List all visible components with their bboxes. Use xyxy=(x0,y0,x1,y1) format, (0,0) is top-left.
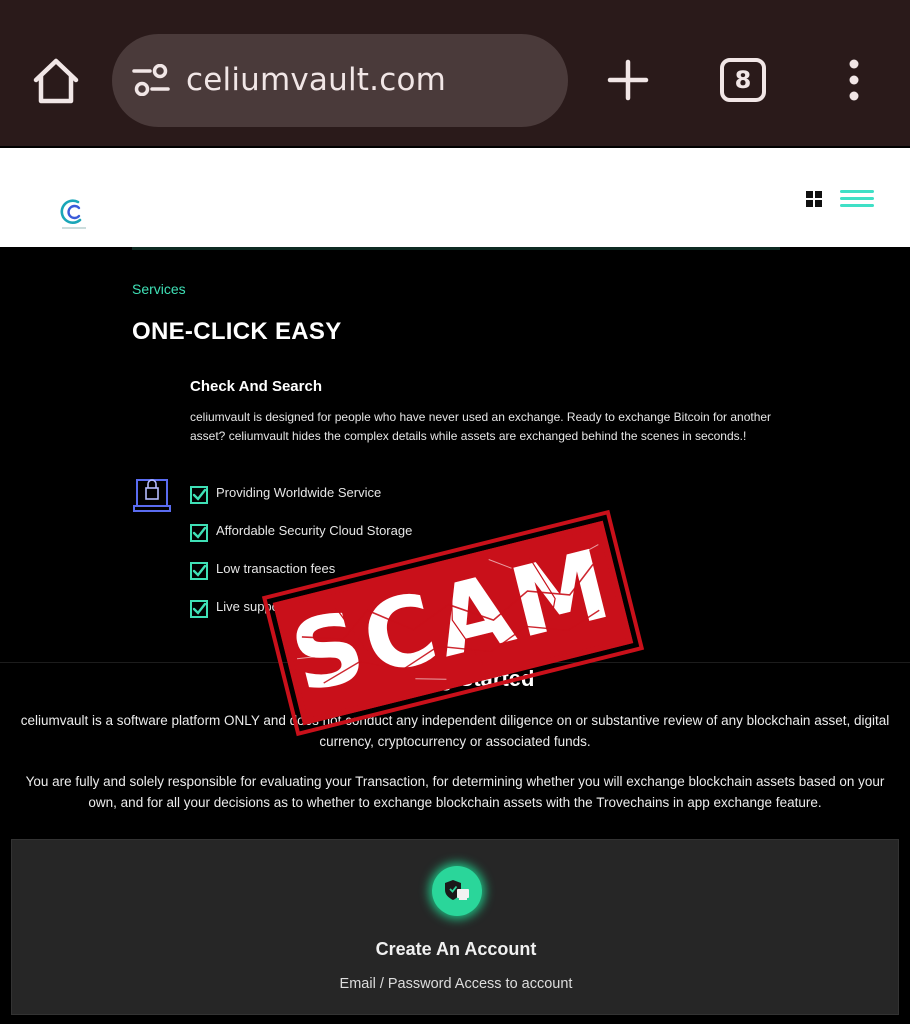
checkbox-checked-icon xyxy=(190,562,208,580)
list-item: Affordable Security Cloud Storage xyxy=(190,522,412,560)
list-item-label: Low transaction fees xyxy=(216,561,336,576)
site-header xyxy=(0,148,910,247)
address-bar[interactable]: celiumvault.com xyxy=(112,34,568,127)
site-settings-icon[interactable] xyxy=(132,63,172,97)
new-tab-icon[interactable] xyxy=(606,58,650,102)
section-label: Services xyxy=(132,281,186,297)
hamburger-menu-icon[interactable] xyxy=(840,189,874,209)
feature-title: Check And Search xyxy=(190,378,322,395)
checkbox-checked-icon xyxy=(190,524,208,542)
more-menu-icon[interactable] xyxy=(840,58,868,102)
tab-switcher-button[interactable]: 8 xyxy=(720,58,766,102)
celiumvault-logo-icon[interactable] xyxy=(58,196,90,232)
grid-icon[interactable] xyxy=(806,191,822,207)
url-text[interactable]: celiumvault.com xyxy=(186,62,446,98)
feature-description: celiumvault is designed for people who h… xyxy=(190,410,772,443)
checkbox-checked-icon xyxy=(190,486,208,504)
create-account-title[interactable]: Create An Account xyxy=(12,939,900,960)
disclaimer-paragraph: celiumvault is a software platform ONLY … xyxy=(20,713,890,749)
list-item-label: Affordable Security Cloud Storage xyxy=(216,523,413,538)
browser-toolbar: celiumvault.com 8 xyxy=(0,0,910,146)
create-account-subtitle: Email / Password Access to account xyxy=(339,976,573,992)
checkbox-checked-icon xyxy=(190,600,208,618)
list-item: Providing Worldwide Service xyxy=(190,484,412,522)
home-icon[interactable] xyxy=(30,56,82,106)
section-title: ONE-CLICK EASY xyxy=(132,318,342,345)
list-item-label: Providing Worldwide Service xyxy=(216,485,382,500)
content-divider xyxy=(132,247,780,250)
disclaimer-paragraph: You are fully and solely responsible for… xyxy=(25,774,885,810)
shield-user-icon xyxy=(432,866,482,916)
laptop-lock-icon xyxy=(132,476,172,516)
create-account-card[interactable]: Create An Account Email / Password Acces… xyxy=(11,839,899,1015)
